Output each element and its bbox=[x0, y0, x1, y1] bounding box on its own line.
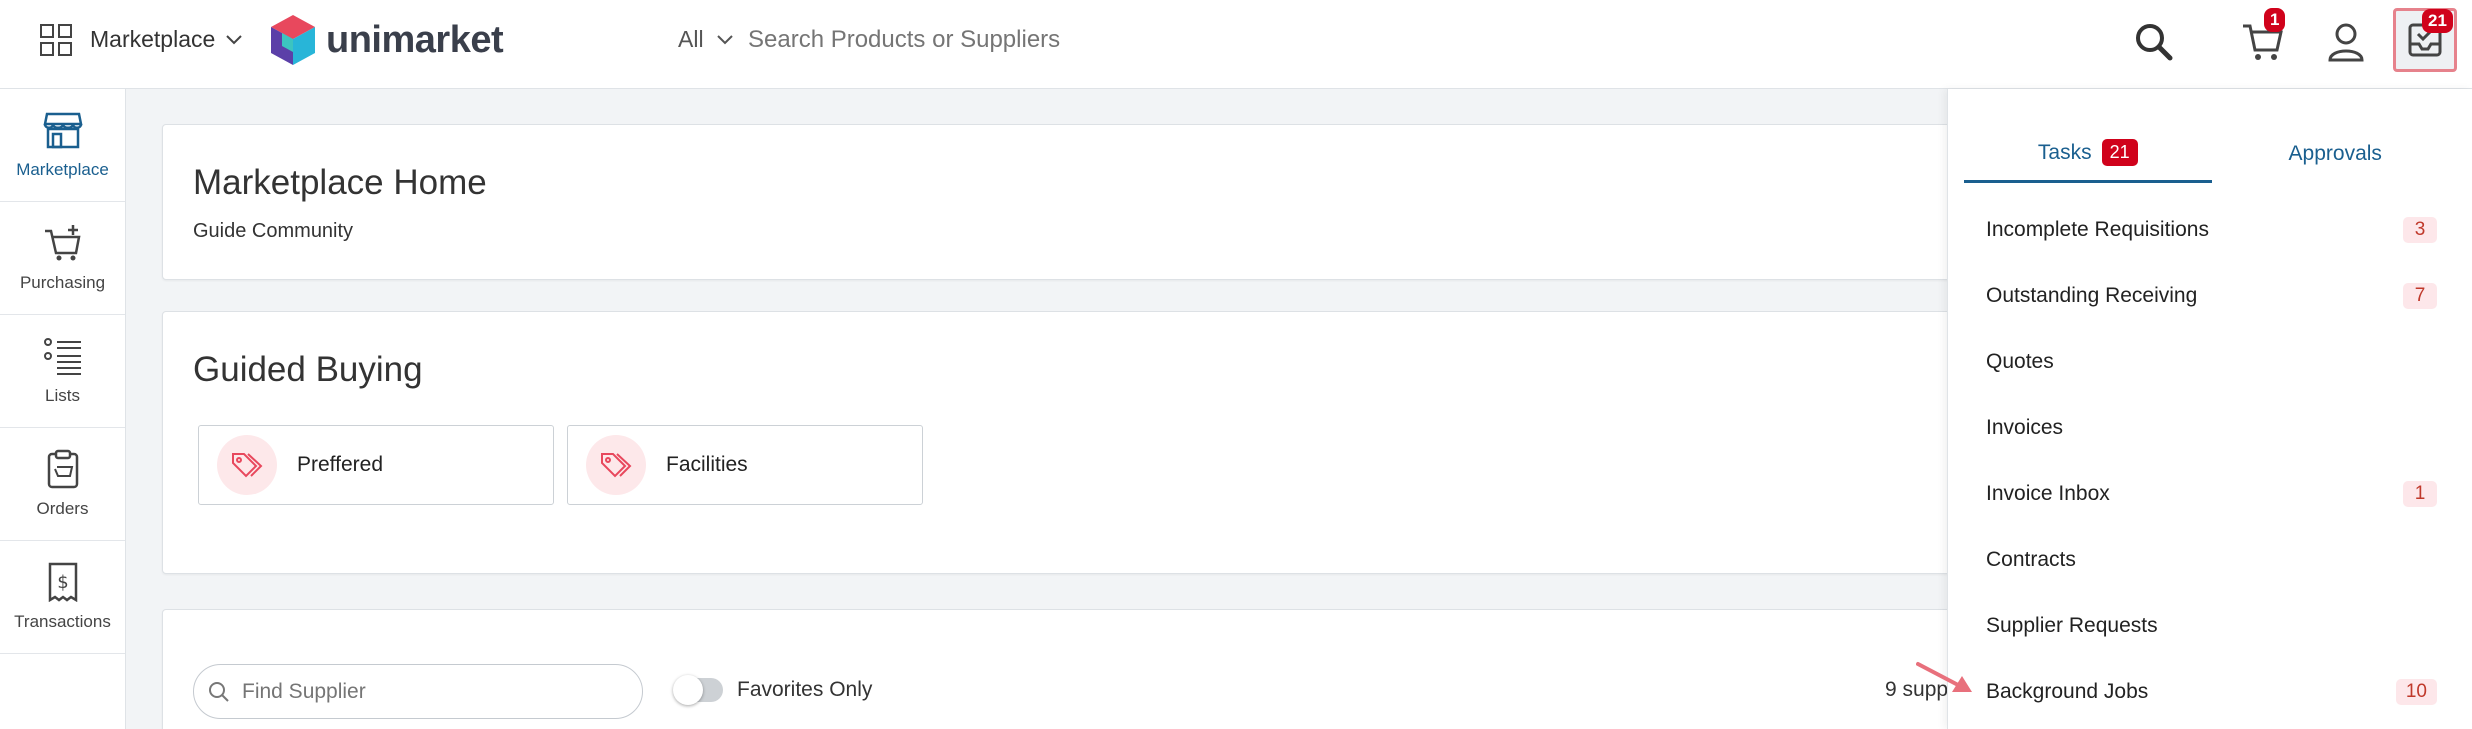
cart-plus-icon bbox=[44, 225, 81, 261]
tab-tasks-count-badge: 21 bbox=[2101, 139, 2138, 166]
receipt-dollar-icon: $ bbox=[48, 562, 77, 602]
search-icon[interactable] bbox=[2130, 18, 2178, 66]
task-count-badge: 7 bbox=[2403, 283, 2437, 309]
find-supplier-box[interactable] bbox=[193, 664, 643, 719]
task-label: Background Jobs bbox=[1986, 680, 2149, 703]
task-count-badge: 10 bbox=[2395, 679, 2437, 705]
nav-label-marketplace: Marketplace bbox=[16, 160, 109, 179]
favorites-only-label: Favorites Only bbox=[737, 678, 873, 701]
guided-buying-title: Guided Buying bbox=[193, 350, 423, 389]
clipboard-icon bbox=[47, 449, 78, 489]
task-label: Incomplete Requisitions bbox=[1986, 218, 2209, 241]
search-scope-dropdown[interactable]: All bbox=[678, 26, 734, 53]
cart-button[interactable]: 1 bbox=[2238, 8, 2286, 66]
logo-wordmark: unimarket bbox=[326, 18, 504, 61]
top-bar: Marketplace unimarket All 1 21 bbox=[0, 0, 2472, 89]
task-item-invoice-inbox[interactable]: Invoice Inbox 1 bbox=[1948, 461, 2472, 527]
tab-approvals[interactable]: Approvals bbox=[2212, 125, 2460, 183]
storefront-icon bbox=[42, 112, 83, 149]
cart-count-badge: 1 bbox=[2264, 8, 2286, 32]
nav-item-lists[interactable]: Lists bbox=[0, 315, 125, 428]
task-item-incomplete-requisitions[interactable]: Incomplete Requisitions 3 bbox=[1948, 197, 2472, 263]
find-supplier-input[interactable] bbox=[242, 679, 622, 704]
nav-label-transactions: Transactions bbox=[14, 612, 111, 631]
panel-tabs: Tasks 21 Approvals bbox=[1964, 125, 2459, 183]
list-icon bbox=[43, 338, 81, 375]
guided-tile-label: Preffered bbox=[297, 453, 383, 476]
task-item-contracts[interactable]: Contracts bbox=[1948, 527, 2472, 593]
guided-tile-facilities[interactable]: Facilities bbox=[567, 425, 923, 505]
task-label: Contracts bbox=[1986, 548, 2076, 571]
guided-buying-card: Guided Buying Preffered Facilities bbox=[162, 311, 2062, 574]
unimarket-logo-icon bbox=[271, 15, 315, 65]
search-scope-label: All bbox=[678, 26, 704, 52]
task-label: Invoices bbox=[1986, 416, 2064, 439]
nav-label-lists: Lists bbox=[45, 386, 80, 405]
unimarket-logo[interactable]: unimarket bbox=[270, 14, 504, 66]
task-item-invoices[interactable]: Invoices bbox=[1948, 395, 2472, 461]
tasks-count-badge: 21 bbox=[2422, 9, 2453, 33]
task-label: Quotes bbox=[1986, 350, 2054, 373]
task-label: Outstanding Receiving bbox=[1986, 284, 2198, 307]
chevron-down-icon bbox=[716, 34, 733, 44]
task-count-badge: 3 bbox=[2403, 217, 2437, 243]
tab-tasks[interactable]: Tasks 21 bbox=[1964, 125, 2212, 183]
task-list: Incomplete Requisitions 3 Outstanding Re… bbox=[1948, 197, 2472, 725]
annotation-arrow-icon bbox=[1916, 662, 1972, 692]
toggle-knob bbox=[673, 675, 703, 705]
search-input[interactable] bbox=[748, 26, 1348, 54]
nav-item-marketplace[interactable]: Marketplace bbox=[0, 89, 125, 202]
tag-icon bbox=[217, 435, 277, 495]
marketplace-switcher-label: Marketplace bbox=[90, 26, 216, 52]
task-item-supplier-requests[interactable]: Supplier Requests bbox=[1948, 593, 2472, 659]
tab-tasks-label: Tasks bbox=[2037, 140, 2092, 164]
guided-tile-preffered[interactable]: Preffered bbox=[198, 425, 554, 505]
tasks-panel: Tasks 21 Approvals Incomplete Requisitio… bbox=[1947, 89, 2472, 729]
nav-label-purchasing: Purchasing bbox=[19, 273, 106, 292]
favorites-only-toggle[interactable] bbox=[673, 675, 723, 705]
search-icon bbox=[209, 681, 229, 702]
nav-item-transactions[interactable]: $ Transactions bbox=[0, 541, 125, 654]
user-icon bbox=[2328, 23, 2364, 62]
task-label: Invoice Inbox bbox=[1986, 482, 2110, 505]
account-button[interactable] bbox=[2322, 18, 2370, 66]
app-grid-icon[interactable] bbox=[40, 24, 72, 56]
task-item-background-jobs[interactable]: Background Jobs 10 bbox=[1948, 659, 2472, 725]
marketplace-home-card: Marketplace Home Guide Community bbox=[162, 124, 2062, 280]
page-title: Marketplace Home bbox=[193, 163, 487, 202]
marketplace-switcher[interactable]: Marketplace bbox=[90, 26, 243, 53]
tasks-inbox-button[interactable]: 21 bbox=[2393, 8, 2457, 72]
task-count-badge: 1 bbox=[2403, 481, 2437, 507]
tab-approvals-label: Approvals bbox=[2288, 142, 2382, 165]
nav-label-orders: Orders bbox=[36, 499, 89, 518]
tag-icon bbox=[586, 435, 646, 495]
chevron-down-icon bbox=[226, 34, 242, 44]
supplier-card: Favorites Only 9 supp bbox=[162, 609, 2062, 729]
task-item-quotes[interactable]: Quotes bbox=[1948, 329, 2472, 395]
task-item-outstanding-receiving[interactable]: Outstanding Receiving 7 bbox=[1948, 263, 2472, 329]
svg-text:$: $ bbox=[57, 572, 68, 593]
page-subtitle: Guide Community bbox=[193, 220, 354, 242]
task-label: Supplier Requests bbox=[1986, 614, 2158, 637]
left-nav: Marketplace Purchasing Lists Orders $ Tr… bbox=[0, 89, 126, 729]
nav-item-orders[interactable]: Orders bbox=[0, 428, 125, 541]
nav-item-purchasing[interactable]: Purchasing bbox=[0, 202, 125, 315]
guided-tile-label: Facilities bbox=[666, 453, 748, 476]
